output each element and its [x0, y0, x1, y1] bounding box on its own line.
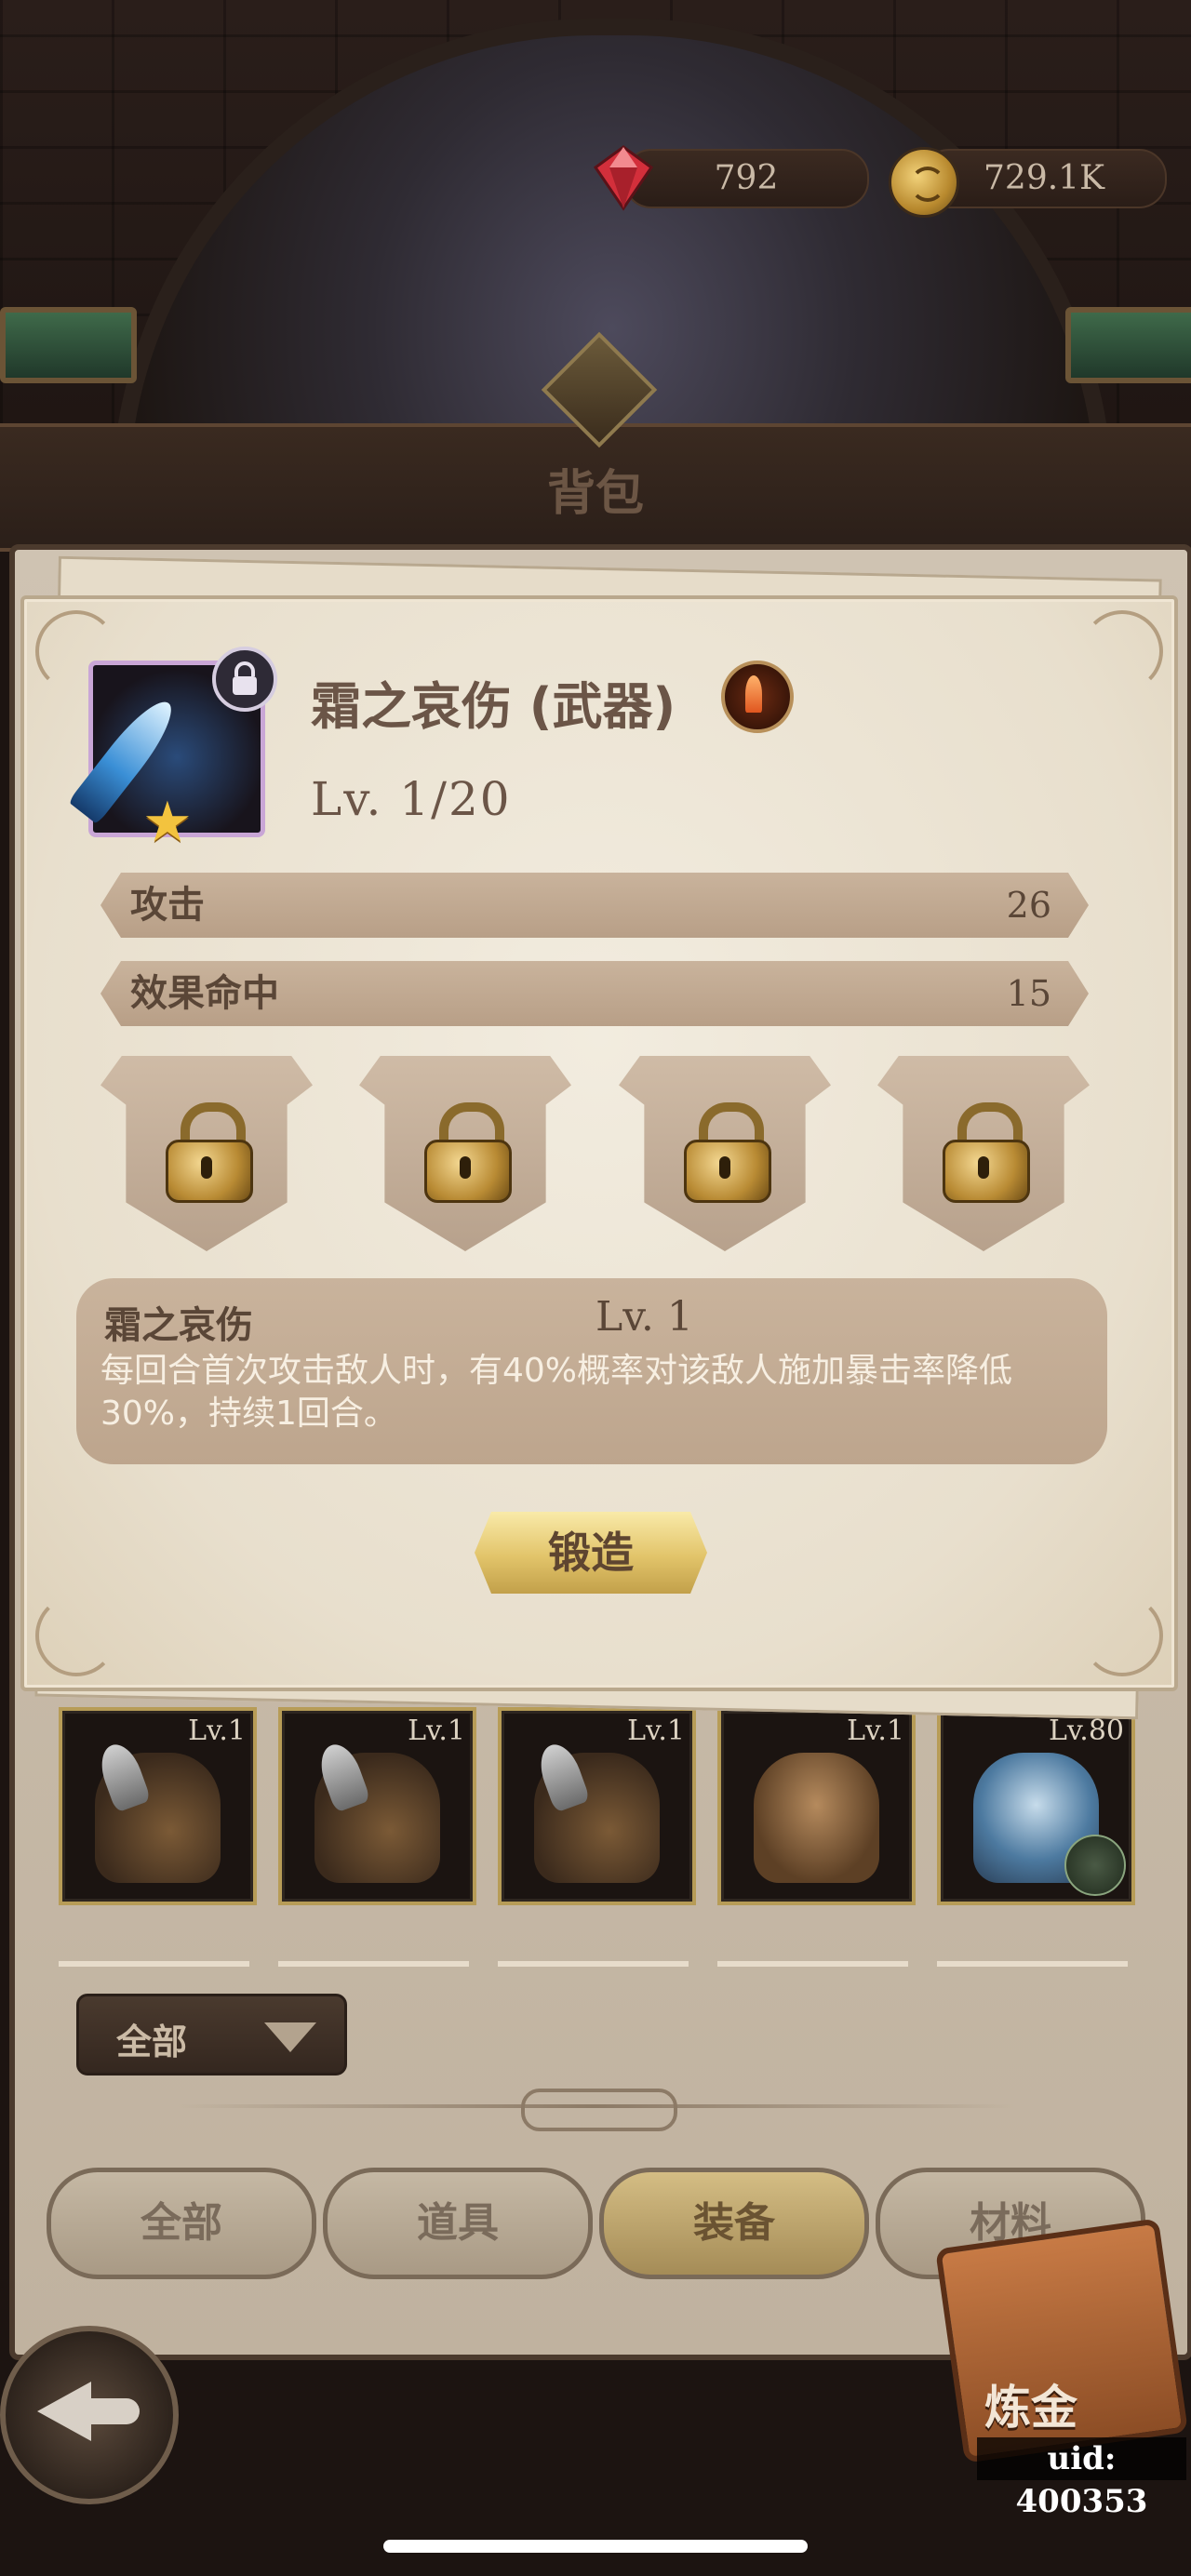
inventory-slot[interactable]: Lv.1: [278, 1707, 476, 1905]
inventory-slot-partial[interactable]: [717, 1961, 908, 1967]
star-icon: ★: [142, 790, 193, 855]
corner-ornament-icon: [1081, 610, 1163, 692]
filter-dropdown-label: 全部: [116, 2022, 188, 2062]
tab-equipment[interactable]: 装备: [599, 2168, 869, 2279]
inventory-slot-partial[interactable]: [278, 1961, 469, 1967]
stat-label: 效果命中: [130, 972, 279, 1015]
inventory-slot-partial[interactable]: [937, 1961, 1128, 1967]
corner-ornament-icon: [35, 1595, 117, 1676]
item-level-label: Lv.1: [627, 1715, 685, 1747]
pillar-decoration-right: [1065, 307, 1191, 383]
tab-items[interactable]: 道具: [323, 2168, 593, 2279]
item-level-label: Lv.1: [408, 1715, 465, 1747]
pillar-decoration-left: [0, 307, 137, 383]
weapon-type-icon: [721, 661, 794, 733]
item-name: 霜之哀伤 (武器): [311, 677, 676, 736]
gold-coin-icon: [889, 147, 959, 218]
inventory-slot-partial[interactable]: [498, 1961, 689, 1967]
hero-portrait-badge: [1064, 1835, 1126, 1896]
skill-name: 霜之哀伤: [104, 1304, 253, 1347]
filter-dropdown[interactable]: 全部: [76, 1994, 347, 2075]
page-title: 背包: [546, 466, 644, 522]
stat-label: 攻击: [130, 884, 205, 927]
gem-count: 792: [714, 159, 779, 197]
home-indicator[interactable]: [383, 2540, 808, 2553]
inventory-slot[interactable]: Lv.1: [717, 1707, 916, 1905]
pauldron-icon: [95, 1753, 221, 1883]
inventory-slot[interactable]: Lv.1: [59, 1707, 257, 1905]
inventory-slot[interactable]: Lv.80: [937, 1707, 1135, 1905]
uid-label: uid: 400353: [977, 2437, 1186, 2520]
item-level-label: Lv.80: [1048, 1715, 1124, 1747]
item-level: Lv. 1/20: [311, 772, 512, 826]
divider-ornament-icon: [521, 2089, 677, 2131]
gold-count: 729.1K: [984, 159, 1104, 197]
padlock-icon: [424, 1102, 512, 1203]
padlock-icon: [943, 1102, 1030, 1203]
padlock-icon: [166, 1102, 253, 1203]
gem-icon: [593, 145, 654, 211]
corner-ornament-icon: [1081, 1595, 1163, 1676]
pauldron-icon: [314, 1753, 440, 1883]
tab-all[interactable]: 全部: [47, 2168, 316, 2279]
skill-level: Lv. 1: [596, 1293, 693, 1341]
stat-value: 26: [1006, 885, 1051, 926]
straw-hat-icon: [754, 1753, 879, 1883]
skill-description: 每回合首次攻击敌人时，有40%概率对该敌人施加暴击率降低30%，持续1回合。: [100, 1352, 1013, 1433]
item-level-label: Lv.1: [188, 1715, 246, 1747]
inventory-slot[interactable]: Lv.1: [498, 1707, 696, 1905]
lock-icon: [233, 661, 257, 695]
back-arrow-icon-tail: [84, 2398, 140, 2424]
pauldron-icon: [534, 1753, 660, 1883]
item-level-label: Lv.1: [847, 1715, 904, 1747]
lock-toggle-button[interactable]: [212, 647, 277, 712]
chevron-down-icon: [264, 2022, 316, 2052]
inventory-slot-partial[interactable]: [59, 1961, 249, 1967]
stat-value: 15: [1006, 973, 1051, 1014]
padlock-icon: [684, 1102, 771, 1203]
forge-button[interactable]: 锻造: [475, 1512, 707, 1594]
alchemy-label: 炼金: [984, 2381, 1077, 2435]
